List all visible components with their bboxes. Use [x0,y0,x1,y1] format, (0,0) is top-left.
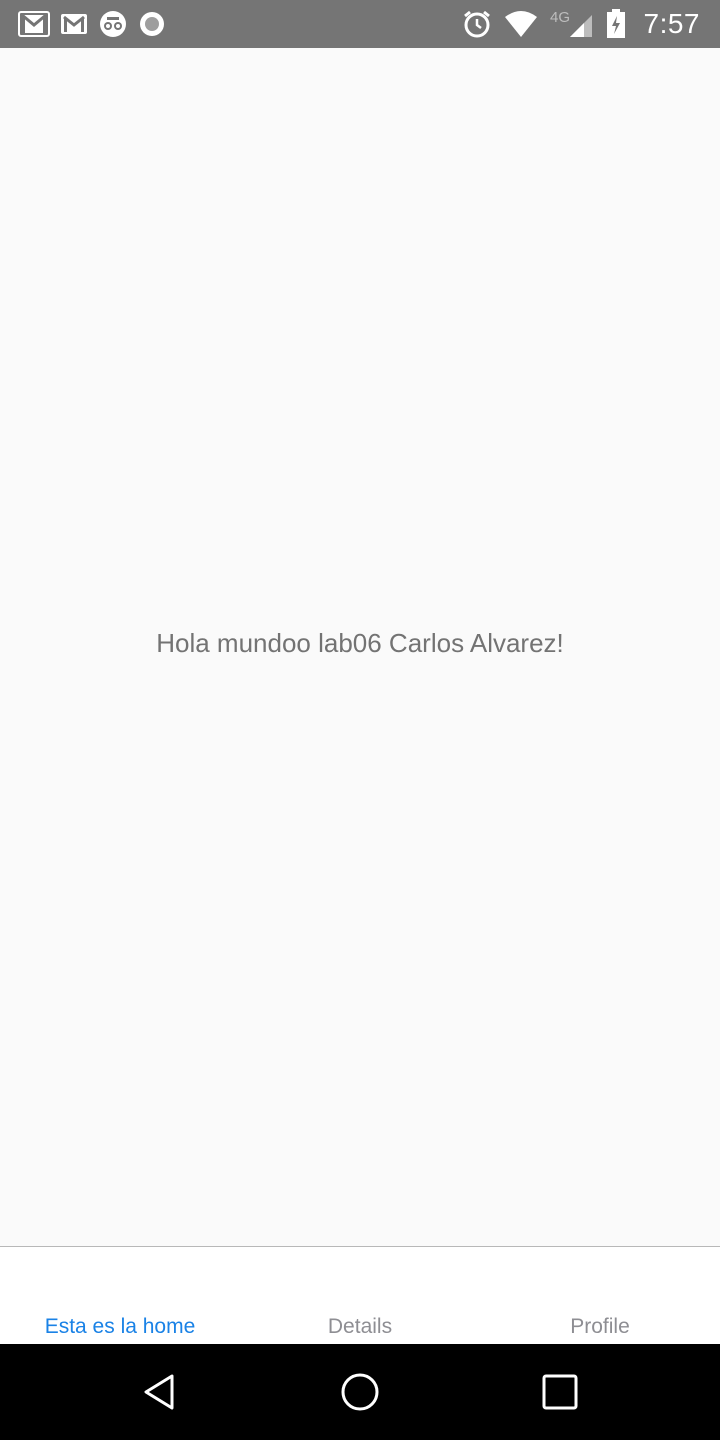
recents-button[interactable] [532,1364,588,1420]
status-time: 7:57 [643,8,700,39]
tab-profile[interactable]: Profile [480,1247,720,1345]
tab-profile-label: Profile [570,1315,630,1338]
battery-icon [606,9,626,39]
tab-home-label: Esta es la home [44,1315,196,1338]
greeting-text: Hola mundoo lab06 Carlos Alvarez! [156,628,564,658]
back-button[interactable] [132,1364,188,1420]
status-notifications [18,0,166,48]
wifi-icon [504,10,538,38]
signal-icon: 4G [550,9,594,39]
tab-home[interactable]: Esta es la home [0,1247,240,1345]
network-type: 4G [550,9,570,26]
alarm-icon [462,9,492,39]
recents-icon [542,1374,578,1410]
tab-details[interactable]: Details [240,1247,480,1345]
status-system: 4G 7:57 [462,0,701,48]
gmail-icon [18,11,50,37]
system-nav-bar [0,1344,720,1440]
mail-icon [60,12,88,36]
bottom-tab-bar: Esta es la home Details Profile [0,1246,720,1344]
home-screen: Hola mundoo lab06 Carlos Alvarez! [0,48,720,1246]
home-icon [341,1373,379,1411]
tab-details-label: Details [327,1315,393,1338]
home-button[interactable] [332,1364,388,1420]
app-icon [98,10,128,38]
back-icon [144,1374,174,1410]
status-bar: 4G 7:57 [0,0,720,48]
sync-icon [138,10,166,38]
